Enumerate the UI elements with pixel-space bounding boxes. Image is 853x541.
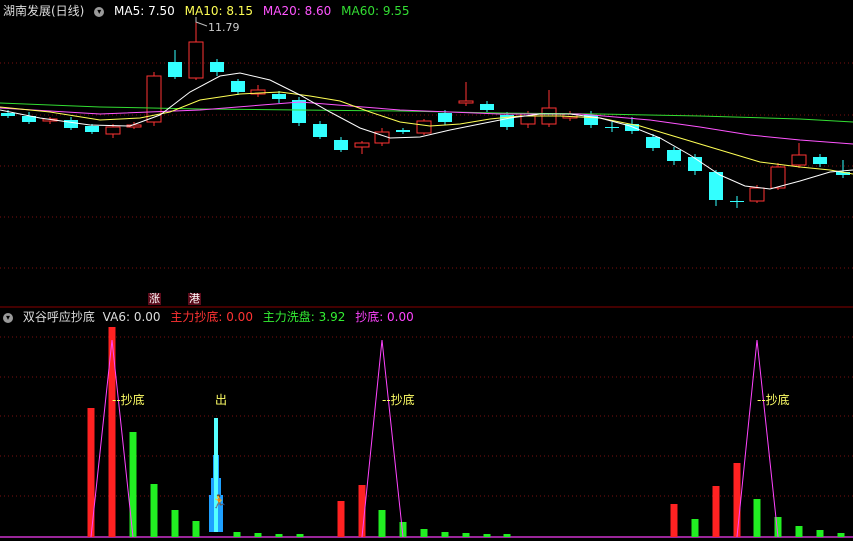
indicator-header: ▾ 双谷呼应抄底 VA6: 0.00 主力抄底: 0.00 主力洗盘: 3.92… (3, 310, 420, 324)
indicator-name[interactable]: 双谷呼应抄底 (23, 310, 95, 324)
ma5-value: MA5: 7.50 (114, 4, 175, 18)
peak-marker (195, 17, 208, 27)
indicator-bar (691, 519, 699, 537)
candle-body-down (438, 113, 452, 122)
candle-body-down (292, 100, 306, 123)
ma20-value: MA20: 8.60 (262, 4, 332, 18)
main-wash-value: 主力洗盘: 3.92 (262, 310, 346, 324)
candle-body-down (605, 127, 619, 128)
candle-body-up (770, 166, 786, 189)
signal-bottom-3: --抄底 (757, 393, 790, 407)
ma10-value: MA10: 8.15 (184, 4, 254, 18)
indicator-bar (296, 534, 304, 537)
candle-body-up (188, 41, 204, 79)
indicator-bars: 🏃 (87, 327, 845, 538)
candle-body-down (313, 124, 327, 137)
bottom-signal-peak (361, 339, 404, 538)
indicator-bar (462, 533, 470, 537)
candle-body-up (416, 120, 432, 134)
indicator-bar (837, 533, 845, 537)
main-bottom-value: 主力抄底: 0.00 (170, 310, 253, 324)
indicator-bar (483, 534, 491, 537)
limit-up-flag[interactable]: 涨 (148, 293, 161, 305)
settings-toggle-icon[interactable]: ▾ (94, 6, 105, 17)
indicator-bar (733, 463, 741, 537)
indicator-bar (150, 484, 158, 537)
indicator-bar (753, 499, 761, 537)
indicator-bar (378, 510, 386, 537)
running-man-icon: 🏃 (211, 494, 227, 510)
candle-body-down (480, 104, 494, 110)
ma20-line (0, 101, 853, 145)
candle-body-down (272, 94, 286, 99)
ma60-value: MA60: 9.55 (341, 4, 410, 18)
indicator-bar (129, 432, 137, 537)
moving-average-lines (0, 72, 853, 190)
candle-body-down (813, 157, 827, 164)
candle-body-up (354, 142, 370, 148)
grid-lines (0, 62, 853, 538)
indicator-bar (503, 534, 511, 537)
candle-body-up (791, 154, 807, 166)
bottom-value: 抄底: 0.00 (355, 310, 414, 324)
va6-value: VA6: 0.00 (102, 310, 161, 324)
candle-body-down (646, 137, 660, 148)
hk-connect-flag[interactable]: 港 (188, 293, 201, 305)
indicator-bar (275, 534, 283, 537)
signal-bottom-2: --抄底 (382, 393, 415, 407)
indicator-bar (670, 504, 678, 537)
indicator-bar (420, 529, 428, 537)
indicator-toggle-icon[interactable]: ▾ (3, 312, 13, 323)
stock-title[interactable]: 湖南发展(日线) (3, 4, 84, 18)
exit-signal-core (214, 418, 218, 532)
indicator-bar (233, 532, 241, 537)
main-chart-header: 湖南发展(日线) ▾ MA5: 7.50 MA10: 8.15 MA20: 8.… (3, 4, 416, 18)
candle-body-down (231, 81, 245, 92)
indicator-bar (441, 532, 449, 537)
indicator-bar (795, 526, 803, 537)
indicator-bar (816, 530, 824, 537)
indicator-bar (254, 533, 262, 537)
candle-body-down (1, 113, 15, 116)
candle-body-down (334, 140, 348, 150)
candle-body-up (458, 100, 474, 104)
candle-body-down (688, 157, 702, 171)
price-chart: 🏃 (0, 17, 853, 538)
candle-body-down (396, 130, 410, 132)
candle-body-down (85, 126, 99, 132)
indicator-bar (337, 501, 345, 537)
signal-bottom-1: --抄底 (112, 393, 145, 407)
candle-body-down (730, 201, 744, 202)
indicator-bar (712, 486, 720, 537)
candle-body-up (105, 126, 121, 135)
peak-price-label: 11.79 (208, 21, 240, 34)
indicator-bar (171, 510, 179, 537)
candle-body-down (210, 62, 224, 72)
indicator-bar (192, 521, 200, 537)
candle-body-down (667, 150, 681, 161)
signal-exit: 出 (215, 393, 228, 407)
candle-body-down (709, 172, 723, 200)
candle-body-down (168, 62, 182, 77)
candle-body-up (749, 187, 765, 202)
